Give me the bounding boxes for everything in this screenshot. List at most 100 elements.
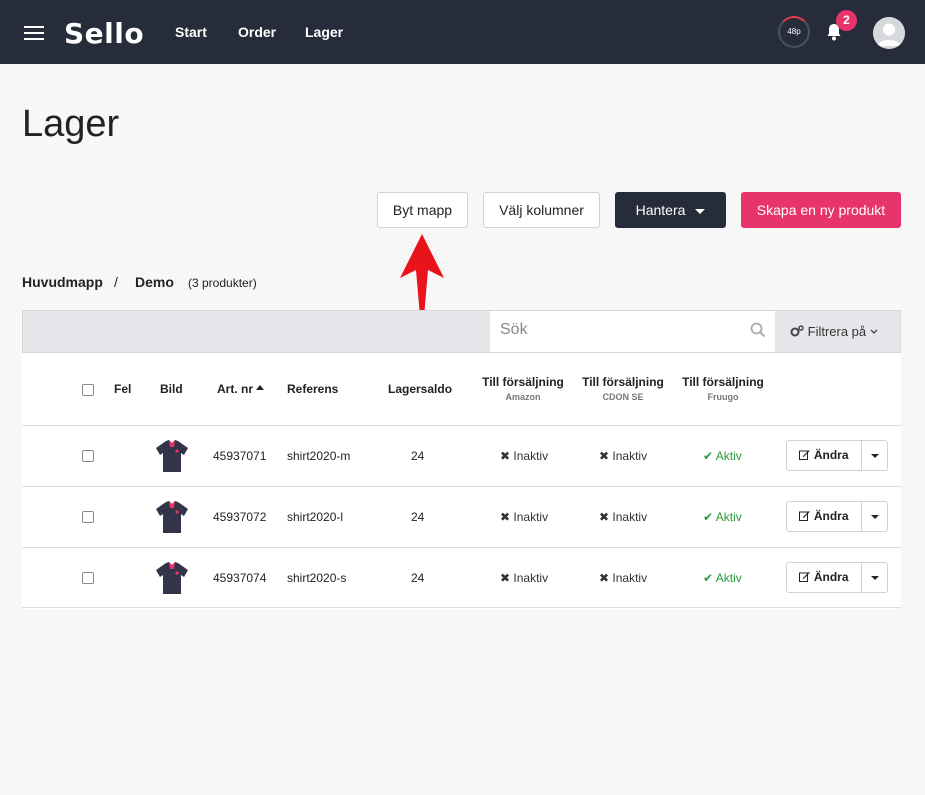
status-amazon[interactable]: ✖ Inaktiv <box>500 449 548 463</box>
status-text: Aktiv <box>715 571 742 585</box>
chevron-down-icon <box>695 208 706 214</box>
art-nr-cell: 45937074 <box>213 571 267 585</box>
status-text: Inaktiv <box>513 449 549 463</box>
page-title: Lager <box>22 103 120 145</box>
search-input[interactable] <box>500 321 740 339</box>
table-row[interactable]: 45937072 shirt2020-l 24 ✖ Inaktiv ✖ Inak… <box>22 486 901 547</box>
check-icon: ✔ <box>703 571 714 585</box>
row-checkbox[interactable] <box>82 450 94 462</box>
manage-label: Hantera <box>635 202 686 218</box>
search-icon[interactable] <box>750 322 766 338</box>
close-icon: ✖ <box>500 449 511 463</box>
status-cdon[interactable]: ✖ Inaktiv <box>599 449 647 463</box>
breadcrumb-root[interactable]: Huvudmapp <box>22 274 103 290</box>
status-cdon[interactable]: ✖ Inaktiv <box>599 510 647 524</box>
status-cdon[interactable]: ✖ Inaktiv <box>599 571 647 585</box>
column-header-sale-amazon: Till försäljning Amazon <box>480 375 566 402</box>
column-header-error: Fel <box>114 382 132 396</box>
column-header-stock: Lagersaldo <box>388 382 453 396</box>
edit-button-group: Ändra <box>786 440 888 471</box>
status-text: Inaktiv <box>612 449 648 463</box>
shirt-thumbnail[interactable] <box>155 499 189 535</box>
status-text: Inaktiv <box>513 571 549 585</box>
sale-label: Till försäljning <box>482 375 564 389</box>
status-fruugo[interactable]: ✔ Aktiv <box>703 571 742 585</box>
check-icon: ✔ <box>703 449 714 463</box>
search-box <box>490 311 775 352</box>
close-icon: ✖ <box>599 571 610 585</box>
nav-item-start[interactable]: Start <box>175 24 207 40</box>
sort-ascending-icon <box>256 385 265 390</box>
caret-down-icon <box>871 454 879 458</box>
edit-button[interactable]: Ändra <box>786 501 862 532</box>
close-icon: ✖ <box>599 510 610 524</box>
edit-label: Ändra <box>813 448 849 462</box>
status-fruugo[interactable]: ✔ Aktiv <box>703 449 742 463</box>
sale-label: Till försäljning <box>682 375 764 389</box>
create-product-button[interactable]: Skapa en ny produkt <box>741 192 901 228</box>
status-fruugo[interactable]: ✔ Aktiv <box>703 510 742 524</box>
edit-dropdown-toggle[interactable] <box>861 501 888 532</box>
nav-item-order[interactable]: Order <box>238 24 276 40</box>
sale-label: Till försäljning <box>582 375 664 389</box>
edit-dropdown-toggle[interactable] <box>861 440 888 471</box>
status-text: Inaktiv <box>612 571 648 585</box>
edit-icon <box>799 511 811 521</box>
gears-icon <box>790 325 804 337</box>
close-icon: ✖ <box>599 449 610 463</box>
reference-cell: shirt2020-l <box>287 510 344 524</box>
edit-dropdown-toggle[interactable] <box>861 562 888 593</box>
filter-label: Filtrera på <box>807 324 867 339</box>
status-amazon[interactable]: ✖ Inaktiv <box>500 510 548 524</box>
product-count: (3 produkter) <box>188 276 257 290</box>
select-all-checkbox[interactable] <box>82 384 94 396</box>
select-columns-button[interactable]: Välj kolumner <box>483 192 600 228</box>
stock-cell: 24 <box>411 510 425 524</box>
product-table: Fel Bild Art. nr Referens Lagersaldo Til… <box>22 353 901 609</box>
reference-cell: shirt2020-m <box>287 449 351 463</box>
reference-cell: shirt2020-s <box>287 571 347 585</box>
top-navigation-bar: Sello Start Order Lager 48p 2 <box>0 0 925 64</box>
edit-button-group: Ändra <box>786 501 888 532</box>
table-row[interactable]: 45937071 shirt2020-m 24 ✖ Inaktiv ✖ Inak… <box>22 425 901 486</box>
chevron-down-icon <box>870 329 878 334</box>
edit-label: Ändra <box>813 570 849 584</box>
shirt-thumbnail[interactable] <box>155 560 189 596</box>
status-text: Inaktiv <box>612 510 648 524</box>
nav-item-lager[interactable]: Lager <box>305 24 343 40</box>
table-row[interactable]: 45937074 shirt2020-s 24 ✖ Inaktiv ✖ Inak… <box>22 547 901 608</box>
column-header-image: Bild <box>160 382 183 396</box>
channel-label: CDON SE <box>602 392 644 402</box>
art-nr-cell: 45937071 <box>213 449 267 463</box>
channel-label: Fruugo <box>707 392 739 402</box>
caret-down-icon <box>871 515 879 519</box>
edit-button-group: Ändra <box>786 562 888 593</box>
shirt-thumbnail[interactable] <box>155 438 189 474</box>
user-avatar[interactable] <box>873 17 905 49</box>
close-icon: ✖ <box>500 510 511 524</box>
app-logo[interactable]: Sello <box>64 17 144 50</box>
edit-button[interactable]: Ändra <box>786 562 862 593</box>
manage-dropdown-button[interactable]: Hantera <box>615 192 726 228</box>
menu-icon[interactable] <box>24 26 44 40</box>
status-text: Aktiv <box>715 449 742 463</box>
stock-cell: 24 <box>411 449 425 463</box>
caret-down-icon <box>871 576 879 580</box>
column-header-reference: Referens <box>287 382 339 396</box>
user-icon <box>873 17 905 49</box>
change-folder-button[interactable]: Byt mapp <box>377 192 468 228</box>
filter-dropdown-button[interactable]: Filtrera på <box>776 311 900 352</box>
art-nr-cell: 45937072 <box>213 510 267 524</box>
speed-indicator[interactable]: 48p <box>778 16 810 48</box>
column-header-art-nr[interactable]: Art. nr <box>217 382 265 396</box>
row-checkbox[interactable] <box>82 572 94 584</box>
check-icon: ✔ <box>703 510 714 524</box>
edit-label: Ändra <box>813 509 849 523</box>
channel-label: Amazon <box>505 392 541 402</box>
art-nr-label: Art. nr <box>217 382 253 396</box>
breadcrumb-current[interactable]: Demo <box>135 274 174 290</box>
status-amazon[interactable]: ✖ Inaktiv <box>500 571 548 585</box>
edit-button[interactable]: Ändra <box>786 440 862 471</box>
row-checkbox[interactable] <box>82 511 94 523</box>
notification-badge: 2 <box>836 10 857 31</box>
